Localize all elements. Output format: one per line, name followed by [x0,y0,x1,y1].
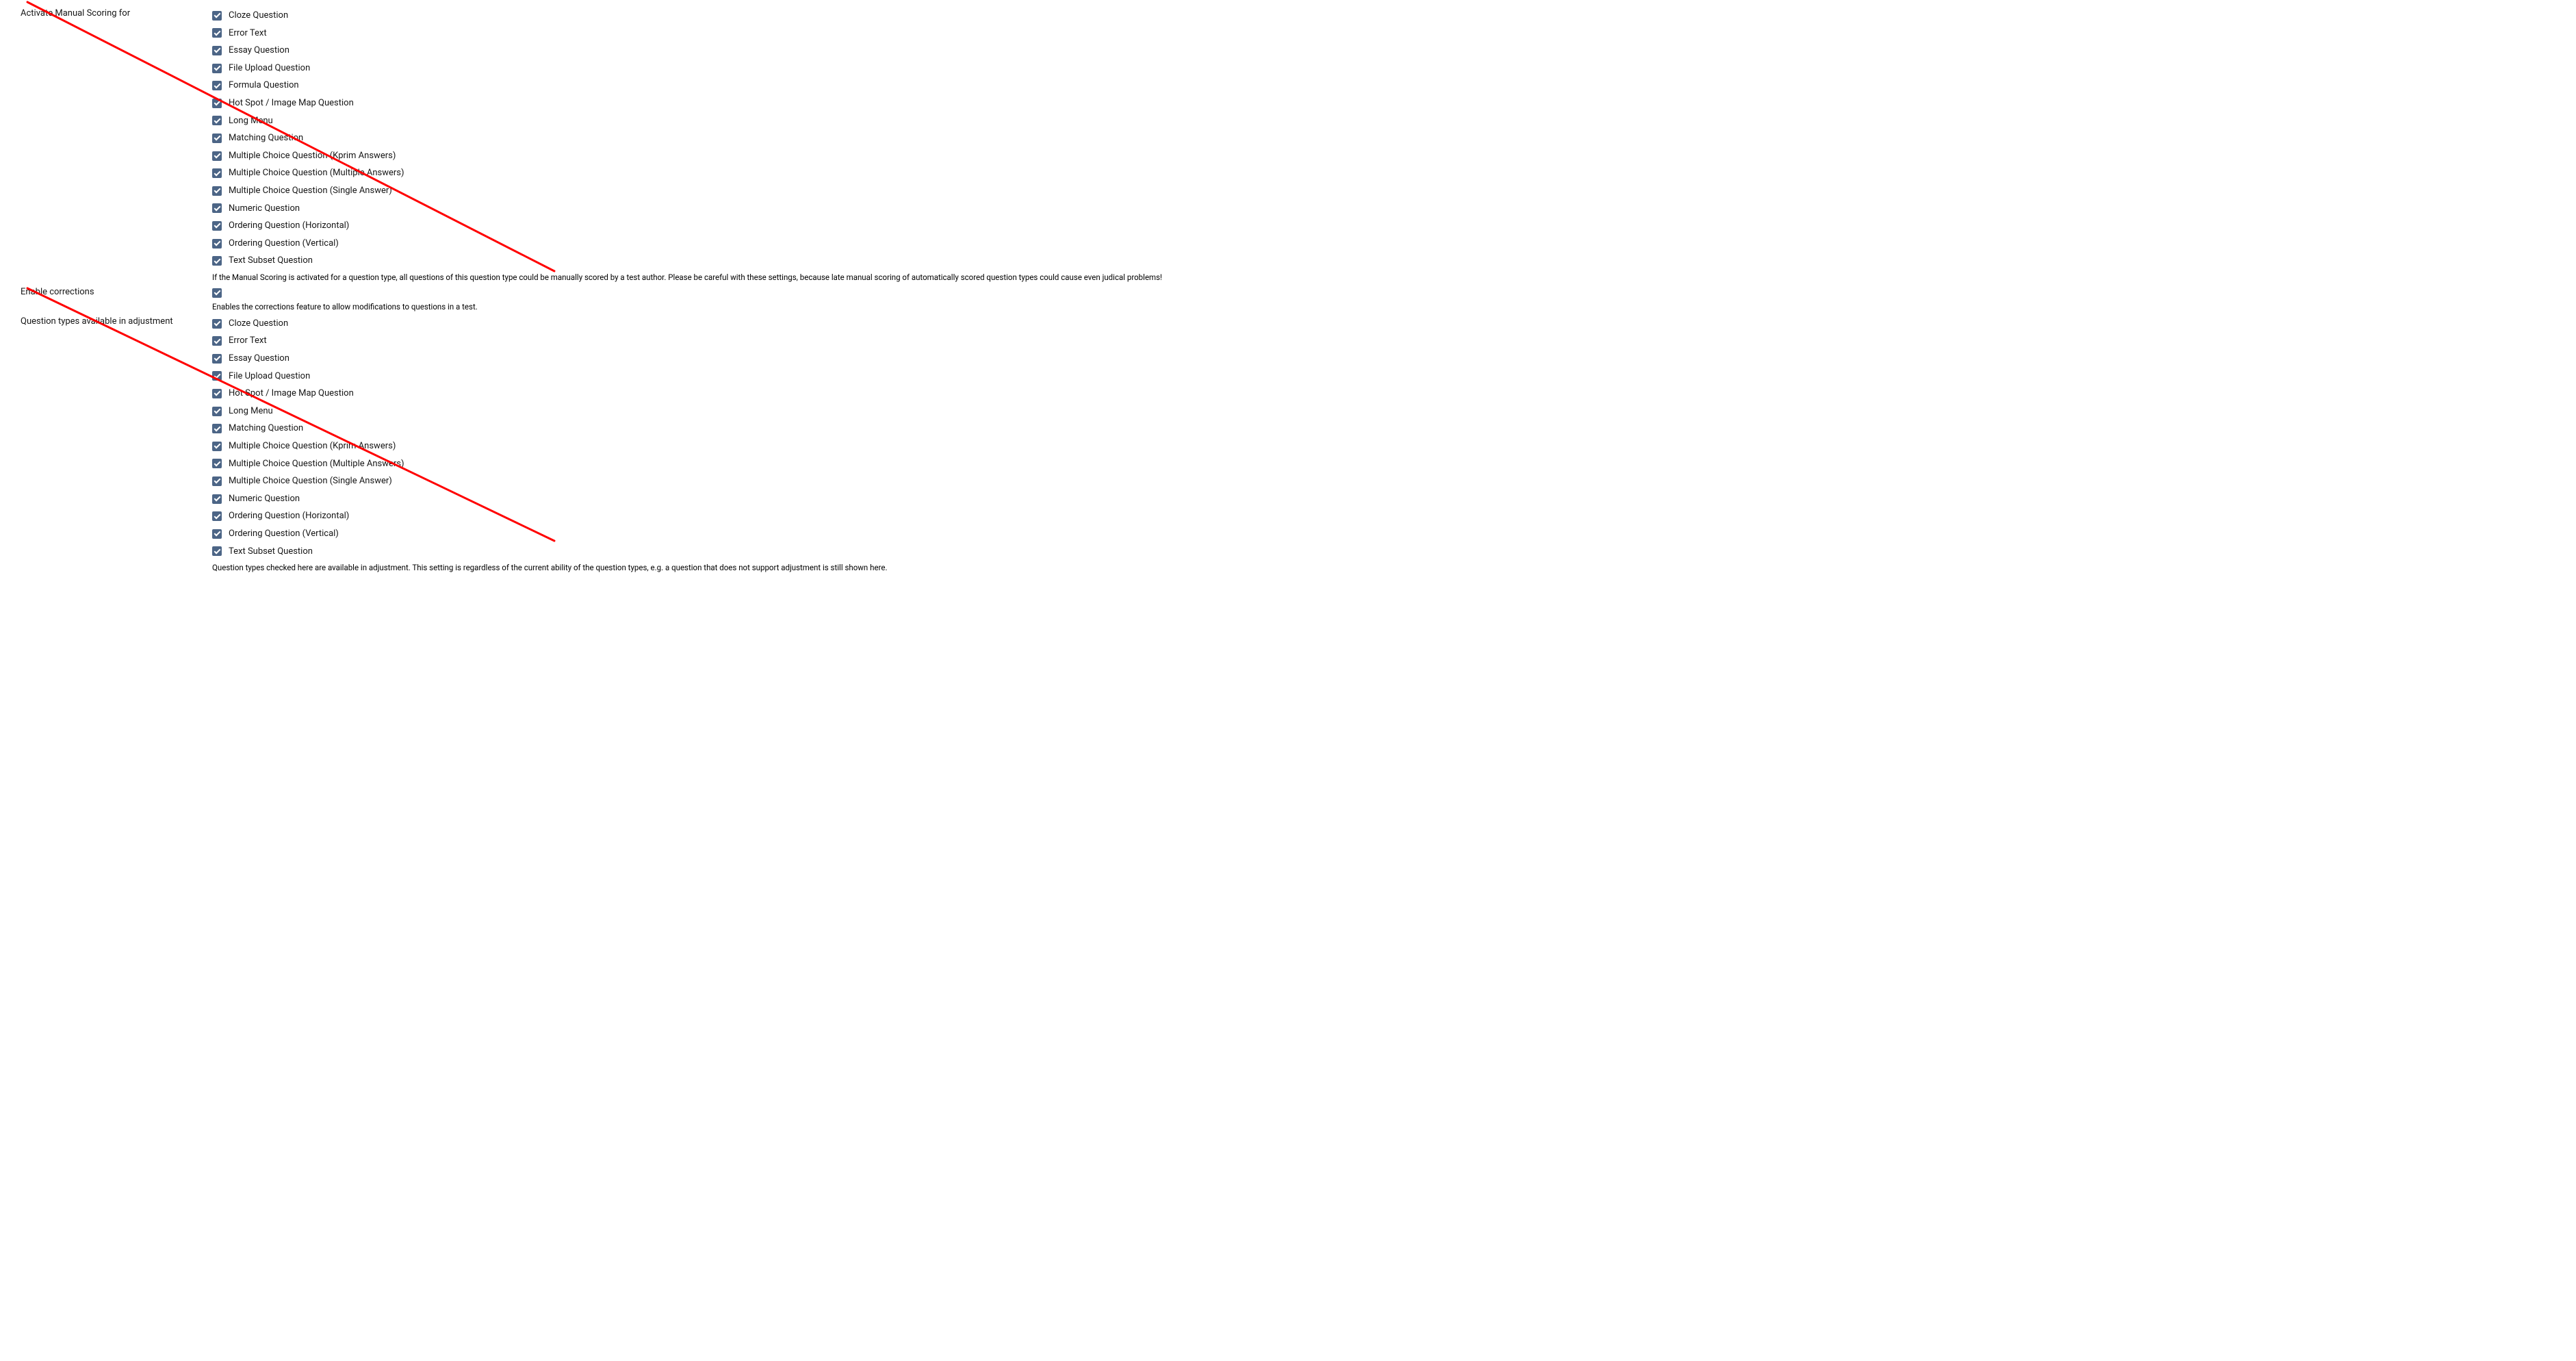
manual-scoring-checkbox[interactable] [212,64,222,73]
adjustment-option-label: Multiple Choice Question (Single Answer) [229,476,392,487]
manual-scoring-option-label: Error Text [229,28,267,39]
label-adjustment: Question types available in adjustment [21,316,173,327]
checkbox-enable-corrections[interactable] [212,288,222,298]
adjustment-option-label: Text Subset Question [229,546,313,557]
adjustment-checkbox[interactable] [212,319,222,329]
manual-scoring-option-label: Long Menu [229,116,273,127]
manual-scoring-checkbox[interactable] [212,186,222,196]
adjustment-option-label: Ordering Question (Horizontal) [229,511,349,522]
adjustment-option-row: Numeric Question [212,490,2555,508]
manual-scoring-checkbox[interactable] [212,239,222,249]
manual-scoring-option-label: Essay Question [229,45,289,56]
manual-scoring-checkbox[interactable] [212,168,222,178]
adjustment-checkbox[interactable] [212,336,222,346]
adjustment-option-row: Ordering Question (Vertical) [212,525,2555,543]
manual-scoring-checkbox[interactable] [212,28,222,38]
adjustment-option-row: Matching Question [212,420,2555,437]
adjustment-checkbox[interactable] [212,494,222,504]
adjustment-checkbox[interactable] [212,407,222,416]
adjustment-checkbox[interactable] [212,371,222,381]
manual-scoring-option-label: Ordering Question (Horizontal) [229,220,349,231]
manual-scoring-option-row: Hot Spot / Image Map Question [212,94,2555,112]
adjustment-option-label: Numeric Question [229,494,300,505]
adjustment-checkbox[interactable] [212,476,222,486]
adjustment-option-label: Cloze Question [229,318,288,329]
adjustment-option-label: File Upload Question [229,371,310,382]
adjustment-option-row: Hot Spot / Image Map Question [212,385,2555,403]
adjustment-option-label: Error Text [229,335,267,346]
manual-scoring-option-row: Long Menu [212,112,2555,130]
adjustment-option-row: Long Menu [212,403,2555,420]
adjustment-option-label: Multiple Choice Question (Kprim Answers) [229,441,396,452]
manual-scoring-checkbox[interactable] [212,81,222,90]
adjustment-option-row: Multiple Choice Question (Kprim Answers) [212,437,2555,455]
manual-scoring-option-row: Ordering Question (Horizontal) [212,217,2555,235]
help-enable-corrections: Enables the corrections feature to allow… [212,302,2555,312]
adjustment-option-label: Ordering Question (Vertical) [229,529,339,539]
manual-scoring-checkbox[interactable] [212,221,222,231]
manual-scoring-option-label: Numeric Question [229,203,300,214]
manual-scoring-option-row: Matching Question [212,129,2555,147]
manual-scoring-checkbox[interactable] [212,151,222,161]
adjustment-checkbox[interactable] [212,459,222,468]
adjustment-option-label: Essay Question [229,353,289,364]
manual-scoring-option-label: File Upload Question [229,63,310,74]
adjustment-checkbox[interactable] [212,546,222,556]
manual-scoring-checkbox[interactable] [212,256,222,266]
manual-scoring-checkbox[interactable] [212,116,222,125]
adjustment-option-label: Long Menu [229,406,273,417]
manual-scoring-option-label: Ordering Question (Vertical) [229,238,339,249]
manual-scoring-option-label: Cloze Question [229,10,288,21]
manual-scoring-option-row: Cloze Question [212,7,2555,25]
manual-scoring-option-label: Formula Question [229,80,299,91]
adjustment-option-row: Ordering Question (Horizontal) [212,507,2555,525]
form-row-manual-scoring: Activate Manual Scoring for Cloze Questi… [21,7,2555,285]
manual-scoring-checkbox[interactable] [212,99,222,108]
adjustment-option-row: Multiple Choice Question (Single Answer) [212,472,2555,490]
manual-scoring-option-row: Multiple Choice Question (Kprim Answers) [212,147,2555,165]
adjustment-checkbox[interactable] [212,354,222,364]
manual-scoring-option-row: File Upload Question [212,60,2555,77]
manual-scoring-option-row: Numeric Question [212,200,2555,218]
manual-scoring-option-label: Multiple Choice Question (Single Answer) [229,186,392,196]
form-row-enable-corrections: Enable corrections Enables the correctio… [21,285,2555,315]
manual-scoring-checkbox[interactable] [212,133,222,143]
adjustment-option-row: Multiple Choice Question (Multiple Answe… [212,455,2555,473]
adjustment-option-label: Multiple Choice Question (Multiple Answe… [229,459,404,470]
manual-scoring-option-row: Essay Question [212,42,2555,60]
manual-scoring-option-row: Error Text [212,25,2555,42]
manual-scoring-checkbox[interactable] [212,203,222,213]
label-manual-scoring: Activate Manual Scoring for [21,8,130,18]
adjustment-option-label: Matching Question [229,423,303,434]
adjustment-option-row: Text Subset Question [212,543,2555,561]
adjustment-checkbox[interactable] [212,511,222,521]
adjustment-checkbox[interactable] [212,389,222,398]
manual-scoring-option-label: Hot Spot / Image Map Question [229,98,354,109]
adjustment-option-row: File Upload Question [212,368,2555,385]
manual-scoring-option-row: Formula Question [212,77,2555,94]
manual-scoring-option-row: Multiple Choice Question (Single Answer) [212,182,2555,200]
adjustment-option-row: Cloze Question [212,315,2555,333]
manual-scoring-option-row: Text Subset Question [212,252,2555,270]
adjustment-option-row: Essay Question [212,350,2555,368]
label-enable-corrections: Enable corrections [21,287,94,297]
manual-scoring-option-label: Multiple Choice Question (Multiple Answe… [229,168,404,179]
manual-scoring-option-row: Multiple Choice Question (Multiple Answe… [212,164,2555,182]
adjustment-option-label: Hot Spot / Image Map Question [229,388,354,399]
manual-scoring-checkbox[interactable] [212,46,222,55]
form-row-adjustment: Question types available in adjustment C… [21,315,2555,576]
adjustment-checkbox[interactable] [212,529,222,539]
manual-scoring-option-label: Matching Question [229,133,303,144]
adjustment-option-row: Error Text [212,332,2555,350]
manual-scoring-checkbox[interactable] [212,11,222,21]
manual-scoring-option-label: Text Subset Question [229,255,313,266]
manual-scoring-option-label: Multiple Choice Question (Kprim Answers) [229,151,396,162]
help-manual-scoring: If the Manual Scoring is activated for a… [212,272,2555,283]
manual-scoring-option-row: Ordering Question (Vertical) [212,235,2555,253]
help-adjustment: Question types checked here are availabl… [212,563,2555,573]
adjustment-checkbox[interactable] [212,442,222,451]
adjustment-checkbox[interactable] [212,424,222,433]
